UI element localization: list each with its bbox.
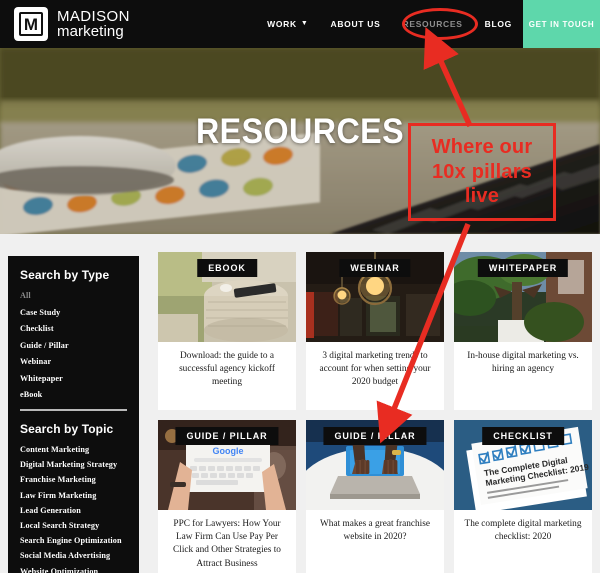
card-image: GUIDE / PILLAR: [306, 420, 444, 510]
filter-topic-social-media-advertising[interactable]: Social Media Advertising: [20, 551, 127, 560]
card-title: In-house digital marketing vs. hiring an…: [467, 351, 579, 375]
nav-item-work-label: WORK: [267, 19, 297, 29]
card-badge: EBOOK: [197, 259, 257, 277]
filter-topic-lead-generation[interactable]: Lead Generation: [20, 506, 127, 515]
page-root: M MADISON marketing WORK ▼ ABOUT US RESO…: [0, 0, 600, 573]
card-title: PPC for Lawyers: How Your Law Firm Can U…: [173, 519, 281, 569]
search-by-topic-list: Content Marketing Digital Marketing Stra…: [20, 445, 127, 573]
resource-card[interactable]: EBOOK Download: the guide to a successfu…: [158, 252, 296, 410]
madison-logo-icon: M: [14, 7, 48, 41]
filter-type-whitepaper[interactable]: Whitepaper: [20, 374, 127, 383]
card-badge: GUIDE / PILLAR: [323, 427, 427, 445]
filter-type-checklist[interactable]: Checklist: [20, 324, 127, 333]
card-badge: GUIDE / PILLAR: [175, 427, 279, 445]
site-logo[interactable]: M MADISON marketing: [14, 7, 130, 41]
filter-topic-local-search-strategy[interactable]: Local Search Strategy: [20, 521, 127, 530]
card-image: WHITEPAPER: [454, 252, 592, 342]
nav-item-blog[interactable]: BLOG: [474, 0, 523, 48]
hero-banner: RESOURCES: [0, 48, 600, 234]
card-title: What makes a great franchise website in …: [320, 519, 430, 543]
filter-type-webinar[interactable]: Webinar: [20, 357, 127, 366]
nav-item-about-us[interactable]: ABOUT US: [319, 0, 391, 48]
card-title: The complete digital marketing checklist…: [464, 519, 582, 543]
card-badge: WEBINAR: [339, 259, 411, 277]
card-image: The Complete Digital Marketing Checklist…: [454, 420, 592, 510]
card-title: 3 digital marketing trends to account fo…: [319, 351, 431, 388]
filter-topic-law-firm-marketing[interactable]: Law Firm Marketing: [20, 491, 127, 500]
card-badge: CHECKLIST: [482, 427, 564, 445]
card-image: EBOOK: [158, 252, 296, 342]
logo-line-2: marketing: [57, 23, 124, 40]
logo-wordmark: MADISON marketing: [57, 7, 130, 40]
card-title: Download: the guide to a successful agen…: [179, 351, 275, 388]
main-navigation: WORK ▼ ABOUT US RESOURCES BLOG GET IN TO…: [256, 0, 600, 48]
nav-item-work[interactable]: WORK ▼: [256, 0, 319, 48]
page-title: RESOURCES: [195, 112, 405, 151]
resource-card[interactable]: GUIDE / PILLAR What makes a great franch…: [306, 420, 444, 573]
search-by-topic-heading: Search by Topic: [20, 422, 114, 436]
filter-type-guide-pillar[interactable]: Guide / Pillar: [20, 341, 127, 350]
chevron-down-icon: ▼: [300, 19, 309, 27]
content-area: Search by Type All Case Study Checklist …: [0, 234, 600, 573]
resource-card[interactable]: Google GUIDE / PILLAR PPC for Lawyers: H…: [158, 420, 296, 573]
logo-line-1: MADISON: [57, 7, 130, 25]
nav-item-resources[interactable]: RESOURCES: [391, 0, 473, 48]
card-image: WEBINAR: [306, 252, 444, 342]
filter-topic-website-optimization[interactable]: Website Optimization: [20, 567, 127, 573]
filter-topic-content-marketing[interactable]: Content Marketing: [20, 445, 127, 454]
filter-topic-search-engine-optimization[interactable]: Search Engine Optimization: [20, 536, 127, 545]
filter-sidebar: Search by Type All Case Study Checklist …: [8, 256, 139, 573]
filter-topic-franchise-marketing[interactable]: Franchise Marketing: [20, 475, 127, 484]
search-by-type-list: All Case Study Checklist Guide / Pillar …: [20, 291, 127, 399]
resource-card[interactable]: WEBINAR 3 digital marketing trends to ac…: [306, 252, 444, 410]
filter-type-ebook[interactable]: eBook: [20, 390, 127, 399]
filter-topic-digital-marketing-strategy[interactable]: Digital Marketing Strategy: [20, 460, 127, 469]
resource-card-grid: EBOOK Download: the guide to a successfu…: [158, 252, 594, 573]
filter-type-all[interactable]: All: [20, 291, 127, 300]
logo-letter: M: [19, 12, 43, 36]
svg-text:Google: Google: [213, 446, 244, 456]
search-by-type-heading: Search by Type: [20, 268, 110, 282]
card-badge: WHITEPAPER: [477, 259, 569, 277]
site-header: M MADISON marketing WORK ▼ ABOUT US RESO…: [0, 0, 600, 48]
get-in-touch-button[interactable]: GET IN TOUCH: [523, 0, 600, 48]
resource-card[interactable]: WHITEPAPER In-house digital marketing vs…: [454, 252, 592, 410]
sidebar-divider: [20, 409, 127, 411]
filter-type-case-study[interactable]: Case Study: [20, 308, 127, 317]
card-image: Google GUIDE / PILLAR: [158, 420, 296, 510]
resource-card[interactable]: The Complete Digital Marketing Checklist…: [454, 420, 592, 573]
